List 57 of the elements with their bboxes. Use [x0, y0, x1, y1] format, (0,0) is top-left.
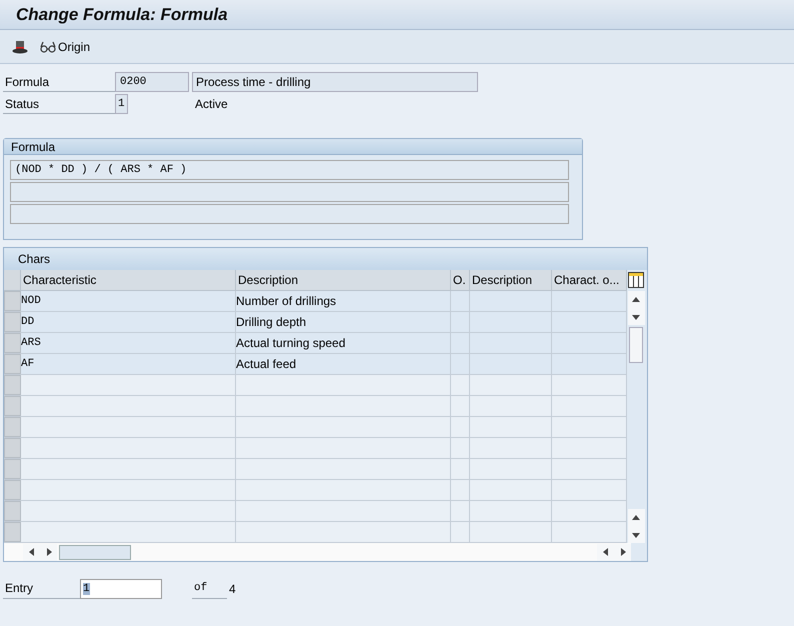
formula-line-field[interactable]: [10, 182, 569, 202]
table-cell: Drilling depth: [236, 312, 451, 332]
table-cell: ARS: [21, 333, 236, 353]
scroll-right-button[interactable]: [40, 544, 57, 560]
row-selector[interactable]: [4, 333, 21, 353]
row-selector[interactable]: [4, 459, 21, 479]
column-header[interactable]: Description: [470, 270, 552, 290]
triangle-up-icon: [631, 512, 641, 522]
entry-field[interactable]: 1: [80, 579, 162, 599]
row-selector[interactable]: [4, 438, 21, 458]
formula-field[interactable]: 0200: [115, 72, 189, 92]
hat-button[interactable]: [12, 40, 28, 54]
triangle-left-icon: [600, 547, 610, 557]
row-selector[interactable]: [4, 354, 21, 374]
of-label: of: [192, 579, 227, 599]
column-settings-icon[interactable]: [628, 272, 644, 288]
table-cell: NOD: [21, 291, 236, 311]
scroll-right-button[interactable]: [614, 544, 631, 560]
scroll-down-button[interactable]: [628, 526, 644, 543]
table-cell: Actual turning speed: [236, 333, 451, 353]
table-cell: DD: [21, 312, 236, 332]
column-header[interactable]: Description: [236, 270, 451, 290]
table-cell: Actual feed: [236, 354, 451, 374]
row-selector[interactable]: [4, 375, 21, 395]
select-all-cell[interactable]: [4, 270, 21, 290]
scroll-up-button[interactable]: [628, 509, 644, 526]
group-title: Formula: [4, 139, 582, 155]
table-title: Chars: [4, 248, 647, 270]
scroll-left-button[interactable]: [23, 544, 40, 560]
glasses-icon: [40, 40, 56, 52]
formula-line-field[interactable]: [10, 204, 569, 224]
status-field[interactable]: 1: [115, 94, 128, 114]
triangle-up-icon: [631, 294, 641, 304]
description-field[interactable]: Process time - drilling: [192, 72, 478, 92]
entry-total: 4: [229, 581, 236, 598]
row-selector[interactable]: [4, 291, 21, 311]
column-header[interactable]: Charact. o...: [552, 270, 627, 290]
window-title: Change Formula: Formula: [16, 4, 228, 26]
triangle-left-icon: [26, 547, 36, 557]
vertical-scroll-thumb[interactable]: [629, 327, 643, 363]
status-text: Active: [194, 96, 228, 113]
scroll-up-button[interactable]: [628, 291, 644, 308]
scroll-left-button[interactable]: [597, 544, 614, 560]
table-cell: AF: [21, 354, 236, 374]
formula-line-field[interactable]: (NOD * DD ) / ( ARS * AF ): [10, 160, 569, 180]
scroll-down-button[interactable]: [628, 308, 644, 325]
column-header[interactable]: Characteristic: [21, 270, 236, 290]
row-selector[interactable]: [4, 312, 21, 332]
origin-button[interactable]: Origin: [40, 38, 90, 56]
row-selector[interactable]: [4, 480, 21, 500]
hat-icon: [12, 40, 28, 54]
table-cell: Number of drillings: [236, 291, 451, 311]
row-selector[interactable]: [4, 396, 21, 416]
row-selector[interactable]: [4, 417, 21, 437]
column-header[interactable]: O.: [451, 270, 470, 290]
row-selector[interactable]: [4, 501, 21, 521]
horizontal-scroll-thumb[interactable]: [59, 544, 131, 560]
